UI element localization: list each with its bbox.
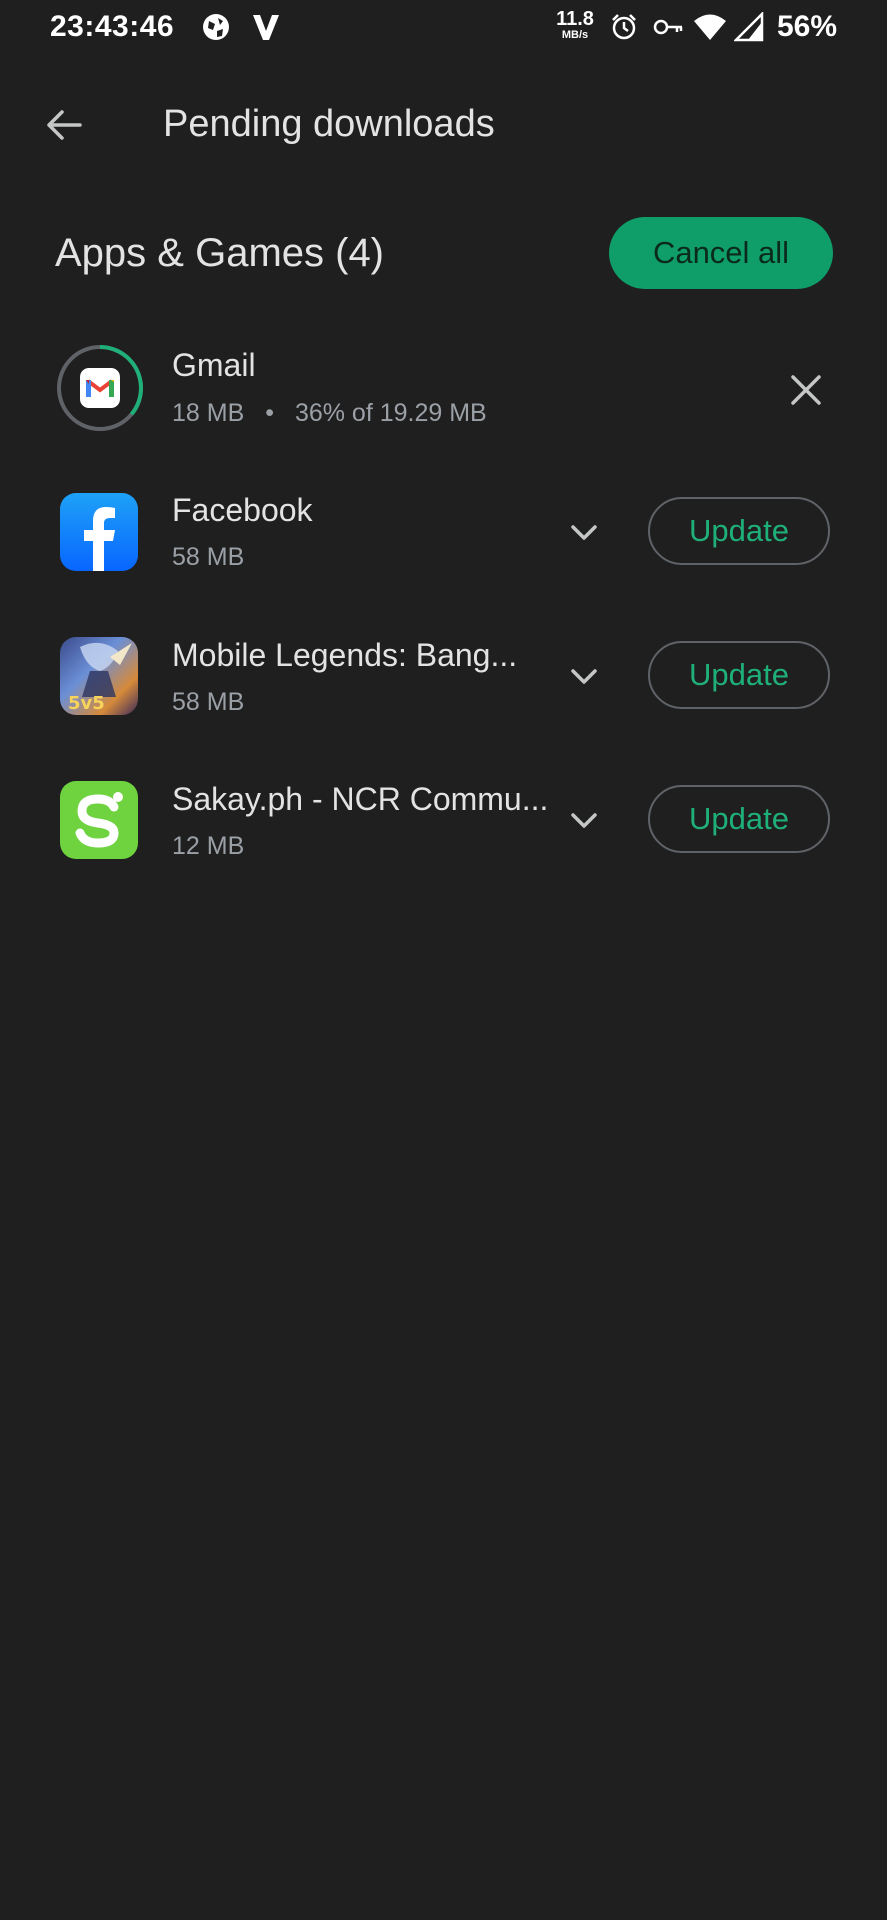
app-size: 18 MB — [172, 399, 245, 427]
wifi-icon — [693, 12, 727, 47]
app-size: 12 MB — [172, 832, 245, 860]
app-meta: 18 MB • 36% of 19.29 MB — [172, 399, 487, 428]
facebook-icon — [60, 493, 138, 571]
gmail-icon — [80, 368, 120, 408]
status-time: 23:43:46 — [50, 10, 175, 43]
chevron-down-icon — [571, 669, 597, 684]
app-name: Mobile Legends: Bang... — [172, 637, 518, 673]
update-button[interactable]: Update — [648, 641, 830, 709]
sakay-icon — [60, 781, 138, 859]
chevron-down-icon — [571, 813, 597, 828]
world-icon — [201, 12, 231, 47]
arrow-back-icon — [47, 110, 82, 140]
v-logo-icon — [251, 12, 281, 47]
meta-separator: • — [265, 399, 274, 427]
update-button[interactable]: Update — [648, 785, 830, 853]
chevron-down-icon — [571, 525, 597, 540]
network-speed: 11.8 MB/s — [556, 8, 594, 41]
app-size: 58 MB — [172, 688, 245, 716]
cancel-download-button[interactable] — [784, 368, 828, 412]
update-button[interactable]: Update — [648, 497, 830, 565]
close-icon — [791, 375, 821, 405]
page-title: Pending downloads — [163, 103, 495, 145]
alarm-icon — [609, 12, 639, 47]
app-name: Facebook — [172, 492, 313, 528]
status-bar: 23:43:46 11.8 MB/s 56% — [0, 0, 887, 56]
mobile-legends-icon: 5v5 — [60, 637, 138, 715]
download-progress-text: 36% of 19.29 MB — [294, 399, 487, 427]
svg-text:5v5: 5v5 — [68, 693, 105, 714]
signal-icon — [732, 10, 764, 47]
expand-button[interactable] — [566, 514, 602, 550]
app-size: 58 MB — [172, 543, 245, 571]
section-title: Apps & Games (4) — [55, 231, 385, 275]
vpn-key-icon — [652, 12, 684, 47]
battery-level: 56% — [777, 10, 838, 43]
expand-button[interactable] — [566, 802, 602, 838]
cancel-all-button[interactable]: Cancel all — [609, 217, 833, 289]
back-button[interactable] — [40, 100, 90, 150]
expand-button[interactable] — [566, 658, 602, 694]
app-name: Gmail — [172, 347, 256, 383]
app-name: Sakay.ph - NCR Commu... — [172, 781, 549, 817]
